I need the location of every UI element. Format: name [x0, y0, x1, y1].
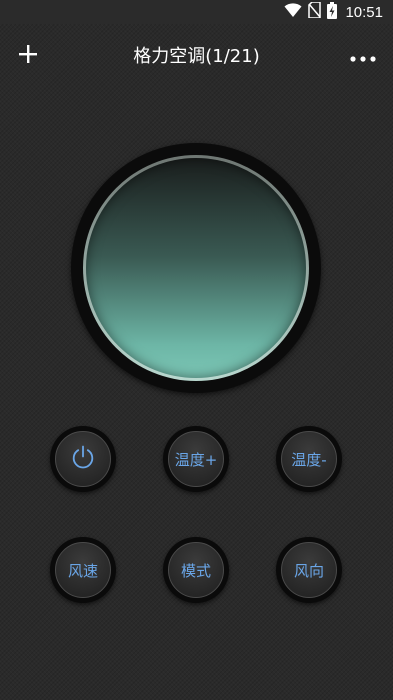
battery-charging-icon: [327, 1, 338, 23]
wind-direction-button-face: 风向: [281, 542, 337, 598]
status-bar: 10:51: [0, 0, 393, 24]
power-button-face: [55, 431, 111, 487]
fan-speed-button[interactable]: 风速: [50, 537, 116, 603]
plus-icon: [18, 44, 38, 68]
dial-display: [71, 143, 321, 393]
add-button[interactable]: [10, 36, 46, 76]
fan-speed-button-face: 风速: [55, 542, 111, 598]
more-button[interactable]: [341, 36, 385, 76]
mode-button-face: 模式: [168, 542, 224, 598]
no-sim-icon: [308, 1, 322, 22]
status-time: 10:51: [345, 3, 383, 21]
dial-face: [86, 158, 306, 378]
wifi-icon: [284, 2, 302, 22]
page-title: 格力空调(1/21): [133, 46, 260, 67]
temp-down-button[interactable]: 温度-: [276, 426, 342, 492]
power-button[interactable]: [50, 426, 116, 492]
mode-button[interactable]: 模式: [163, 537, 229, 603]
temp-up-label: 温度+: [174, 450, 218, 469]
fan-speed-label: 风速: [67, 561, 98, 580]
temp-up-button[interactable]: 温度+: [163, 426, 229, 492]
power-icon: [70, 444, 96, 474]
status-icons: 10:51: [284, 1, 383, 23]
wind-direction-button[interactable]: 风向: [276, 537, 342, 603]
temp-down-button-face: 温度-: [281, 431, 337, 487]
temp-down-label: 温度-: [291, 450, 327, 469]
wind-direction-label: 风向: [293, 561, 324, 580]
mode-label: 模式: [180, 561, 211, 580]
title-bar: 格力空调(1/21): [0, 24, 393, 90]
more-horizontal-icon: [350, 47, 376, 66]
temp-up-button-face: 温度+: [168, 431, 224, 487]
dial-ring: [83, 155, 309, 381]
